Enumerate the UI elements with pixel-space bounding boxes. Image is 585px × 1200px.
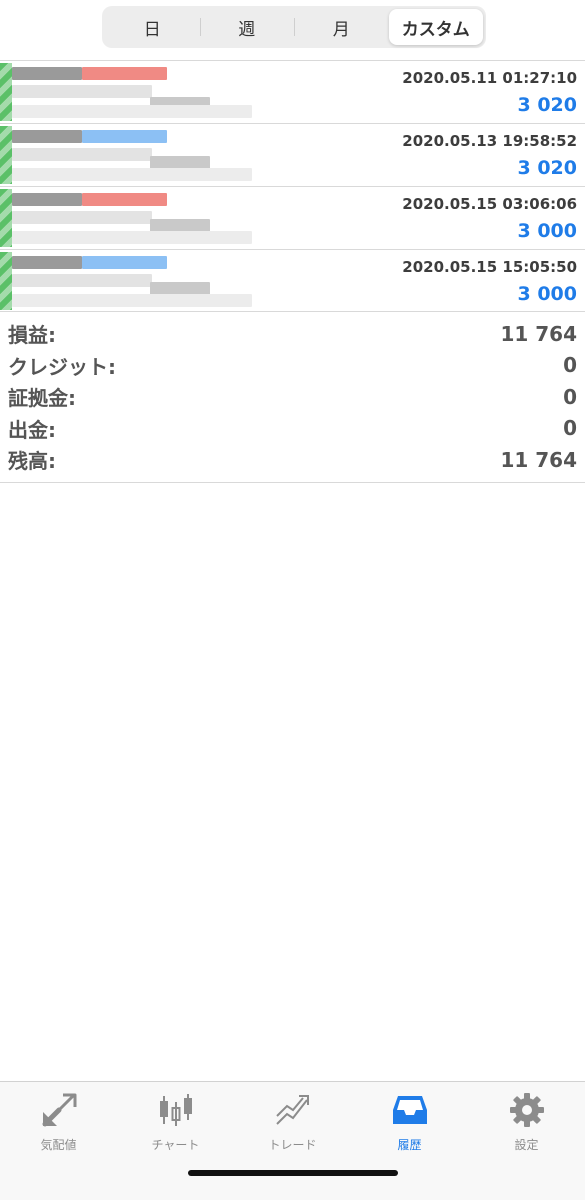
segment-week[interactable]: 週 <box>199 9 295 45</box>
tab-label: チャート <box>151 1138 200 1152</box>
deal-row[interactable]: 2020.05.11 01:27:10 3 020 <box>0 60 585 123</box>
tab-trade[interactable]: トレード <box>234 1090 351 1162</box>
deal-amount: 3 000 <box>517 283 578 305</box>
deal-row[interactable]: 2020.05.13 19:58:52 3 020 <box>0 123 585 186</box>
summary-value: 11 764 <box>500 321 577 346</box>
deal-amount: 3 020 <box>517 94 578 116</box>
tab-label: 設定 <box>514 1138 539 1152</box>
summary-label: 証拠金: <box>8 386 76 411</box>
deal-datetime: 2020.05.15 15:05:50 <box>402 258 577 276</box>
segment-custom[interactable]: カスタム <box>388 9 483 45</box>
summary-withdrawal: 出金: 0 <box>0 413 585 445</box>
account-summary: 損益: 11 764 クレジット: 0 証拠金: 0 出金: 0 残高: 11 … <box>0 318 585 483</box>
bottom-tab-bar: 気配値 チャート トレード 履歴 設定 <box>0 1081 585 1200</box>
deal-datetime: 2020.05.11 01:27:10 <box>402 69 577 87</box>
summary-label: 残高: <box>8 449 56 474</box>
home-indicator <box>188 1170 398 1176</box>
tab-chart[interactable]: チャート <box>117 1090 234 1162</box>
tab-settings[interactable]: 設定 <box>468 1090 585 1162</box>
tab-quotes[interactable]: 気配値 <box>0 1090 117 1162</box>
redacted-deal-info <box>0 252 255 310</box>
deal-datetime: 2020.05.15 03:06:06 <box>402 195 577 213</box>
summary-value: 11 764 <box>500 447 577 472</box>
deal-amount: 3 020 <box>517 157 578 179</box>
redacted-deal-info <box>0 189 255 247</box>
candlestick-chart-icon <box>156 1090 196 1130</box>
tab-label: 履歴 <box>397 1138 422 1152</box>
summary-balance: 残高: 11 764 <box>0 444 585 476</box>
summary-value: 0 <box>563 353 577 378</box>
deal-amount: 3 000 <box>517 220 578 242</box>
tab-label: トレード <box>268 1138 317 1152</box>
period-segmented-control: 日 週 月 カスタム <box>102 6 486 48</box>
quotes-arrows-icon <box>39 1090 79 1130</box>
segment-month[interactable]: 月 <box>294 9 389 45</box>
redacted-deal-info <box>0 63 255 121</box>
summary-profit: 損益: 11 764 <box>0 318 585 350</box>
redacted-deal-info <box>0 126 255 184</box>
trade-trend-icon <box>273 1090 313 1130</box>
summary-margin: 証拠金: 0 <box>0 381 585 413</box>
summary-credit: クレジット: 0 <box>0 350 585 382</box>
deal-datetime: 2020.05.13 19:58:52 <box>402 132 577 150</box>
tab-label: 気配値 <box>40 1138 77 1152</box>
summary-value: 0 <box>563 384 577 409</box>
segment-day[interactable]: 日 <box>105 9 200 45</box>
deal-row[interactable]: 2020.05.15 15:05:50 3 000 <box>0 249 585 312</box>
deal-row[interactable]: 2020.05.15 03:06:06 3 000 <box>0 186 585 249</box>
history-inbox-icon <box>390 1090 430 1130</box>
tab-history[interactable]: 履歴 <box>351 1090 468 1162</box>
summary-label: 出金: <box>8 417 56 442</box>
summary-value: 0 <box>563 416 577 441</box>
summary-label: 損益: <box>8 323 56 348</box>
settings-gear-icon <box>507 1090 547 1130</box>
summary-label: クレジット: <box>8 354 116 379</box>
deal-list: 2020.05.11 01:27:10 3 020 2020.05.13 19:… <box>0 60 585 312</box>
